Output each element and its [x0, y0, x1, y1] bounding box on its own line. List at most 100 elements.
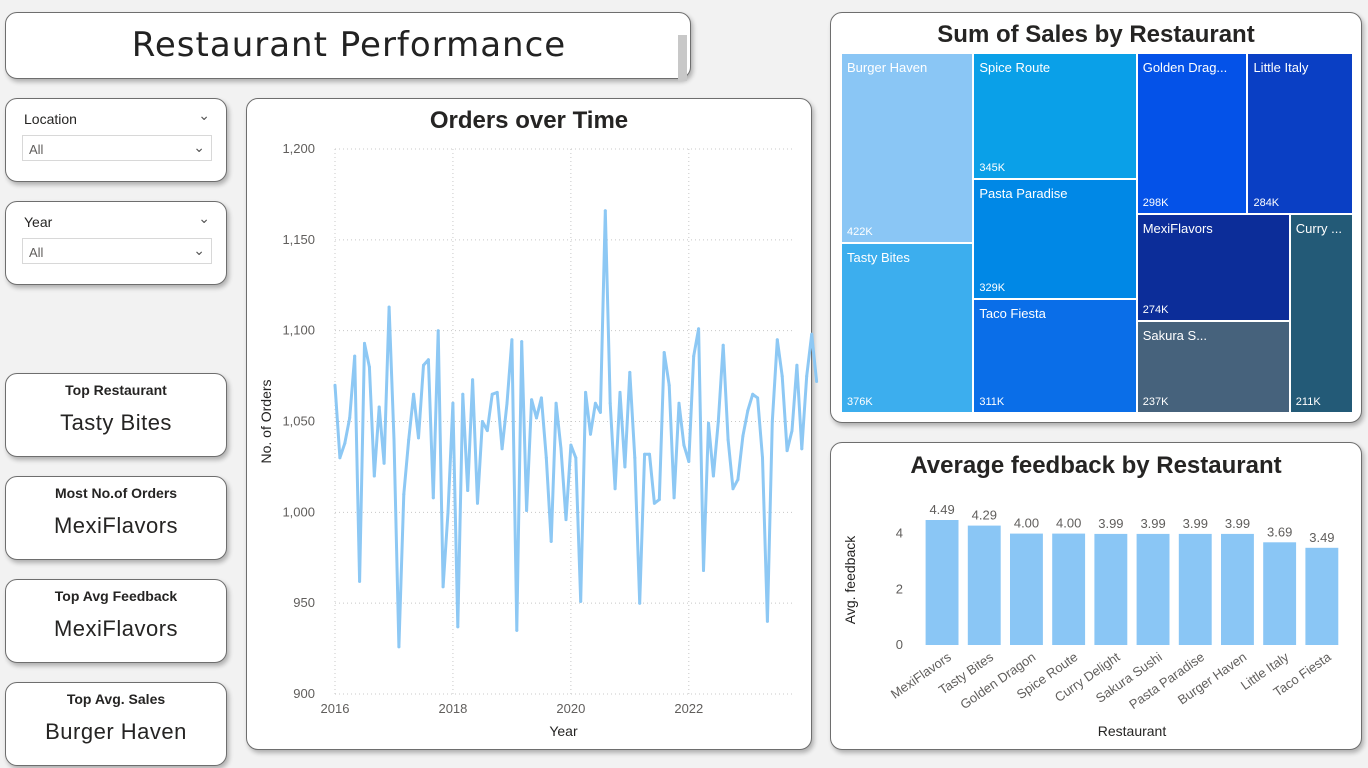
feedback-bar[interactable]	[1052, 533, 1086, 645]
orders-data-point[interactable]	[515, 628, 519, 632]
orders-data-point[interactable]	[426, 358, 430, 362]
feedback-bar[interactable]	[1010, 533, 1043, 645]
orders-data-point[interactable]	[480, 420, 484, 423]
orders-data-point[interactable]	[677, 401, 681, 405]
orders-data-point[interactable]	[775, 338, 779, 342]
orders-data-point[interactable]	[539, 396, 543, 400]
orders-data-point[interactable]	[805, 374, 809, 378]
chevron-down-icon[interactable]: ⌄	[193, 139, 205, 156]
orders-data-point[interactable]	[372, 474, 376, 478]
orders-data-point[interactable]	[672, 496, 676, 500]
orders-data-point[interactable]	[564, 518, 568, 522]
orders-data-point[interactable]	[363, 341, 366, 345]
chevron-down-icon[interactable]: ⌄	[193, 242, 205, 259]
orders-data-point[interactable]	[638, 601, 642, 605]
orders-data-point[interactable]	[800, 447, 804, 451]
orders-data-point[interactable]	[697, 327, 701, 331]
treemap-cell[interactable]: Little Italy 284K	[1247, 53, 1353, 214]
orders-data-point[interactable]	[353, 354, 357, 358]
avg-feedback-bar-chart[interactable]: Average feedback by Restaurant 0 2 4 Avg. f…	[830, 442, 1362, 750]
orders-data-point[interactable]	[598, 410, 602, 414]
orders-data-point[interactable]	[485, 429, 489, 433]
orders-data-point[interactable]	[530, 398, 534, 402]
orders-data-point[interactable]	[476, 501, 479, 505]
orders-data-point[interactable]	[741, 434, 745, 438]
orders-data-point[interactable]	[608, 401, 612, 405]
orders-data-point[interactable]	[579, 599, 583, 603]
orders-data-point[interactable]	[623, 465, 627, 469]
orders-data-point[interactable]	[367, 365, 371, 369]
orders-data-point[interactable]	[544, 456, 548, 460]
orders-data-point[interactable]	[569, 443, 573, 447]
orders-data-point[interactable]	[505, 401, 509, 405]
location-dropdown[interactable]: All ⌄	[22, 135, 212, 161]
orders-data-point[interactable]	[736, 478, 740, 482]
orders-data-point[interactable]	[456, 625, 460, 629]
feedback-bar[interactable]	[1136, 533, 1170, 645]
orders-data-point[interactable]	[402, 492, 406, 496]
feedback-bar[interactable]	[967, 525, 1001, 645]
orders-data-point[interactable]	[441, 585, 445, 589]
orders-data-point[interactable]	[446, 510, 450, 514]
orders-data-point[interactable]	[633, 456, 637, 460]
orders-data-point[interactable]	[756, 396, 760, 400]
treemap-cell[interactable]: Sakura S... 237K	[1136, 320, 1290, 413]
treemap-cell[interactable]: Burger Haven 422K	[841, 53, 974, 244]
orders-data-point[interactable]	[628, 370, 632, 374]
orders-data-point[interactable]	[392, 438, 396, 442]
orders-data-point[interactable]	[643, 452, 647, 456]
orders-data-point[interactable]	[721, 343, 725, 347]
orders-data-point[interactable]	[559, 447, 563, 451]
orders-data-point[interactable]	[574, 456, 578, 460]
treemap-cell[interactable]: MexiFlavors 274K	[1136, 213, 1290, 321]
orders-data-point[interactable]	[584, 390, 588, 394]
orders-data-point[interactable]	[451, 401, 455, 405]
orders-data-point[interactable]	[667, 383, 671, 387]
orders-data-point[interactable]	[692, 354, 696, 358]
orders-data-point[interactable]	[761, 456, 764, 460]
orders-data-point[interactable]	[603, 209, 607, 213]
orders-data-point[interactable]	[387, 305, 391, 309]
orders-data-point[interactable]	[795, 363, 799, 367]
feedback-bar[interactable]	[1094, 533, 1128, 645]
orders-data-point[interactable]	[490, 392, 494, 396]
orders-data-point[interactable]	[707, 421, 710, 425]
orders-data-point[interactable]	[407, 438, 411, 442]
orders-data-point[interactable]	[657, 498, 661, 502]
orders-data-point[interactable]	[770, 420, 774, 423]
orders-data-point[interactable]	[815, 380, 819, 383]
orders-data-point[interactable]	[716, 420, 720, 423]
orders-data-point[interactable]	[382, 461, 386, 465]
orders-data-point[interactable]	[510, 338, 514, 342]
orders-data-point[interactable]	[589, 432, 592, 436]
orders-data-point[interactable]	[549, 539, 553, 543]
title-scrollbar[interactable]	[678, 35, 687, 81]
orders-data-point[interactable]	[554, 401, 558, 405]
orders-data-point[interactable]	[687, 460, 691, 463]
orders-data-point[interactable]	[731, 487, 735, 491]
orders-data-point[interactable]	[648, 452, 651, 456]
orders-data-point[interactable]	[618, 390, 622, 394]
orders-data-point[interactable]	[466, 489, 470, 492]
year-dropdown[interactable]: All ⌄	[22, 238, 212, 264]
treemap-cell[interactable]: Curry ... 211K	[1289, 213, 1353, 413]
orders-data-point[interactable]	[377, 405, 381, 409]
orders-data-point[interactable]	[417, 436, 420, 440]
orders-data-point[interactable]	[436, 329, 440, 333]
treemap-cell[interactable]: Pasta Paradise 329K	[973, 179, 1137, 300]
orders-data-point[interactable]	[358, 579, 362, 583]
treemap-cell[interactable]: Tasty Bites 376K	[841, 243, 974, 413]
orders-series-line[interactable]	[333, 209, 819, 649]
collapse-chevron-icon[interactable]: ⌄	[198, 210, 210, 227]
orders-data-point[interactable]	[471, 378, 475, 382]
orders-data-point[interactable]	[593, 401, 597, 405]
sales-treemap-chart[interactable]: Sum of Sales by Restaurant Burger Haven 4…	[830, 12, 1362, 423]
orders-data-point[interactable]	[500, 447, 504, 451]
orders-data-point[interactable]	[746, 409, 750, 413]
orders-data-point[interactable]	[810, 332, 814, 336]
feedback-bar[interactable]	[1178, 533, 1212, 645]
feedback-bar[interactable]	[1221, 533, 1254, 645]
feedback-bar[interactable]	[1305, 547, 1339, 645]
orders-data-point[interactable]	[662, 351, 666, 354]
orders-data-point[interactable]	[422, 363, 425, 367]
